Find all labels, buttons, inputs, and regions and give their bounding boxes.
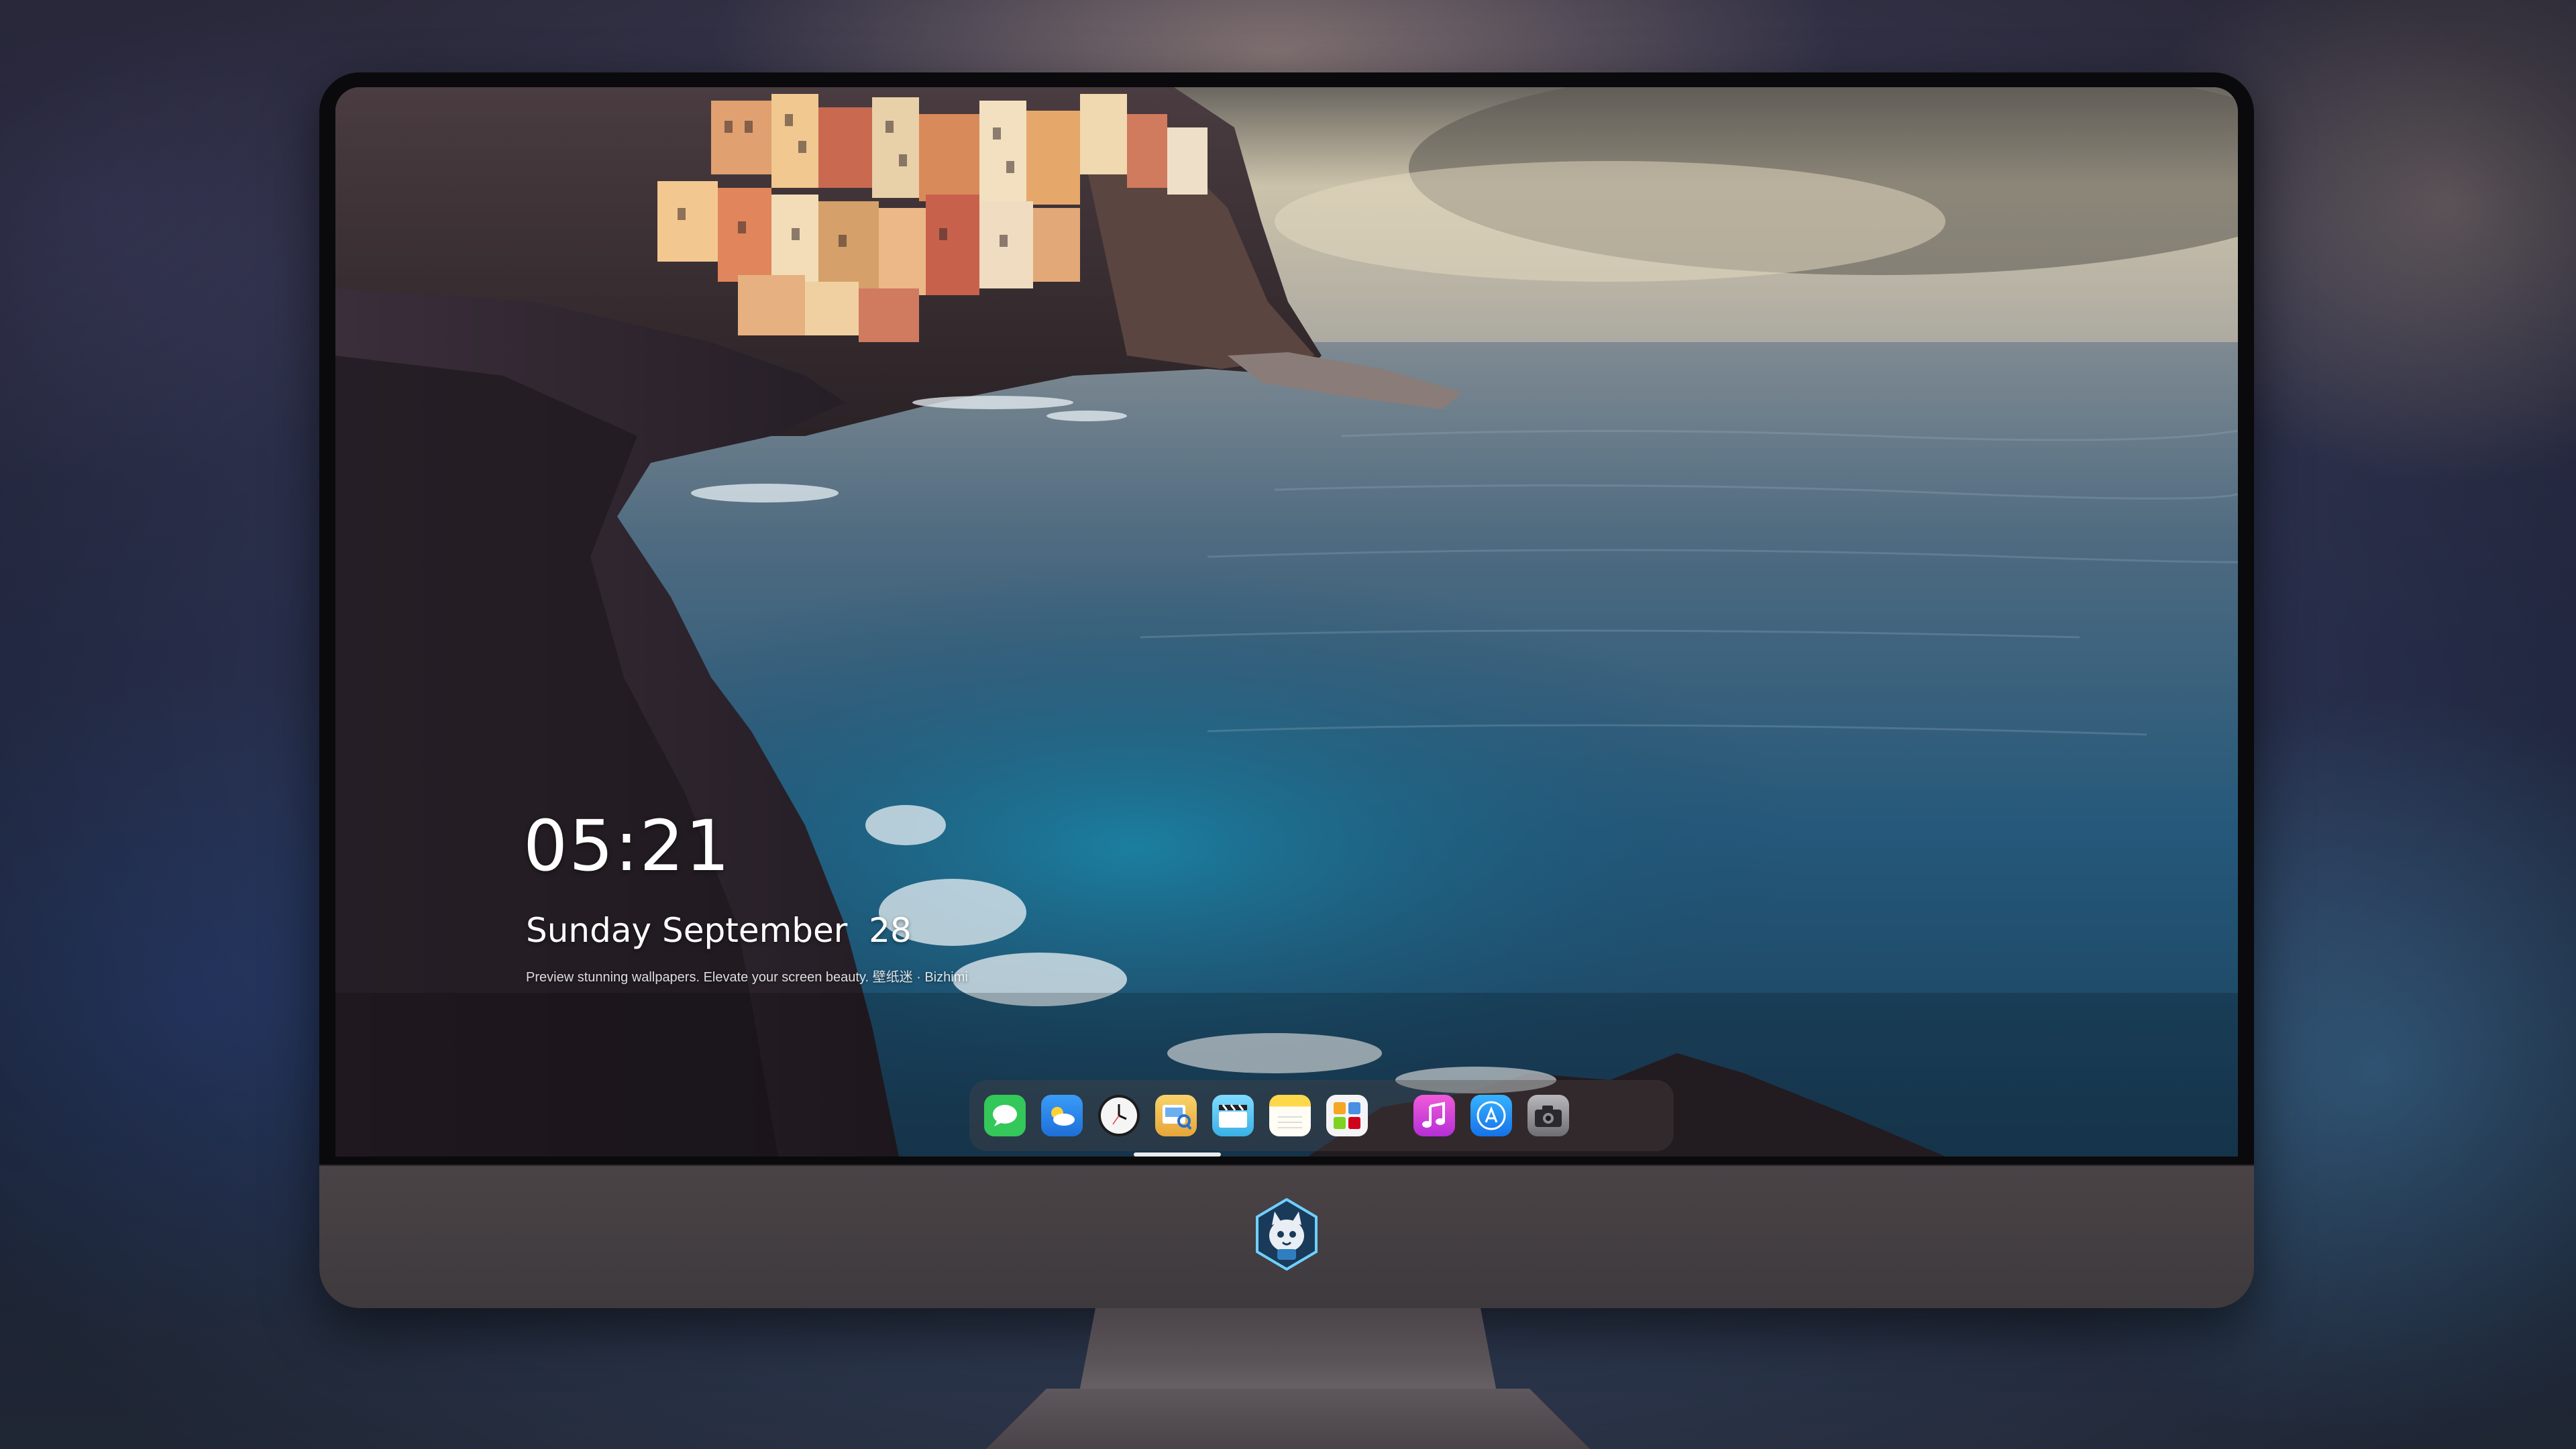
notes-icon[interactable] bbox=[1269, 1095, 1311, 1136]
app-store-icon[interactable] bbox=[1470, 1095, 1512, 1136]
monitor-chin bbox=[319, 1165, 2254, 1308]
dock bbox=[969, 1080, 1674, 1151]
weather-icon[interactable] bbox=[1041, 1095, 1083, 1136]
dock-active-indicator bbox=[1134, 1152, 1221, 1157]
clock-icon[interactable] bbox=[1098, 1095, 1140, 1136]
messages-icon[interactable] bbox=[984, 1095, 1026, 1136]
lock-clock: 05:21 bbox=[523, 805, 731, 887]
lock-date: Sunday September 28 bbox=[526, 911, 912, 950]
monitor: 05:21 Sunday September 28 Preview stunni… bbox=[319, 72, 2254, 1308]
screen: 05:21 Sunday September 28 Preview stunni… bbox=[335, 87, 2238, 1157]
wallpaper-image bbox=[335, 87, 2238, 1157]
photos-app-icon[interactable] bbox=[1326, 1095, 1368, 1136]
music-icon[interactable] bbox=[1413, 1095, 1455, 1136]
video-icon[interactable] bbox=[1212, 1095, 1254, 1136]
wallpaper-tagline: Preview stunning wallpapers. Elevate you… bbox=[526, 970, 968, 985]
bizhimi-logo bbox=[1256, 1198, 1318, 1271]
preview-icon[interactable] bbox=[1155, 1095, 1197, 1136]
camera-icon[interactable] bbox=[1527, 1095, 1569, 1136]
monitor-stand-neck bbox=[1079, 1308, 1497, 1395]
monitor-stand-base bbox=[986, 1389, 1590, 1449]
